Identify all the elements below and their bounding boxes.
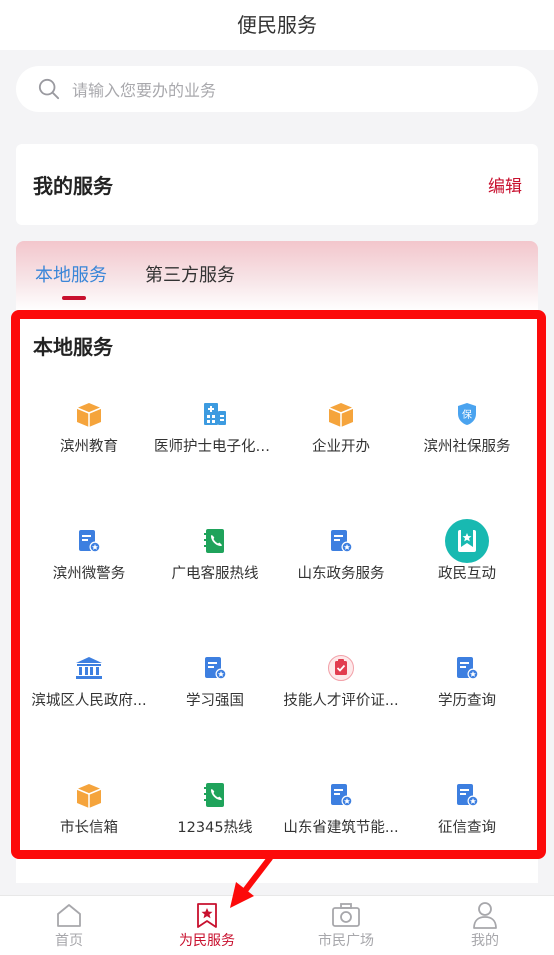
service-label: 广电客服热线 bbox=[171, 566, 259, 582]
tabbar-label: 我的 bbox=[471, 933, 499, 949]
tab-local-services[interactable]: 本地服务 bbox=[35, 261, 107, 287]
service-item-business-startup[interactable]: 企业开办 bbox=[278, 380, 404, 507]
service-item-social-security[interactable]: 保 滨州社保服务 bbox=[404, 380, 530, 507]
my-services-card: 我的服务 编辑 bbox=[16, 144, 538, 225]
service-label: 学历查询 bbox=[438, 693, 496, 709]
box-icon bbox=[67, 392, 111, 436]
active-tab-indicator bbox=[62, 296, 86, 300]
tabbar-label: 首页 bbox=[55, 933, 83, 949]
tabbar-label: 市民广场 bbox=[318, 933, 374, 949]
service-label: 企业开办 bbox=[312, 439, 370, 455]
service-label: 学习强国 bbox=[186, 693, 244, 709]
service-item-skill-certification[interactable]: 技能人才评价证... bbox=[278, 634, 404, 761]
bookmark-star-icon bbox=[445, 519, 489, 563]
edit-button[interactable]: 编辑 bbox=[488, 172, 522, 197]
tab-third-party-services[interactable]: 第三方服务 bbox=[145, 261, 235, 287]
government-building-icon bbox=[67, 646, 111, 690]
page-title: 便民服务 bbox=[237, 13, 317, 37]
service-label: 医师护士电子化注... bbox=[154, 439, 278, 455]
service-label: 技能人才评价证... bbox=[283, 693, 399, 709]
home-icon bbox=[57, 904, 81, 927]
user-icon bbox=[473, 902, 497, 929]
search-icon bbox=[38, 78, 60, 100]
service-item-gov-citizen-interaction[interactable]: 政民互动 bbox=[404, 507, 530, 634]
service-item-doctor-nurse-registration[interactable]: 医师护士电子化注... bbox=[152, 380, 278, 507]
service-label: 征信查询 bbox=[438, 820, 496, 836]
box-icon bbox=[319, 392, 363, 436]
tabbar-item-home[interactable]: 首页 bbox=[0, 896, 138, 955]
service-grid: 滨州教育 医师护士电子化注... 企业开办 保 滨州社保服务 滨州微警务 广电客… bbox=[26, 380, 531, 888]
shield-insurance-icon: 保 bbox=[445, 392, 489, 436]
service-item-xuexi-qiangguo[interactable]: 学习强国 bbox=[152, 634, 278, 761]
hospital-icon bbox=[193, 392, 237, 436]
document-badge-icon bbox=[67, 519, 111, 563]
document-badge-icon bbox=[445, 646, 489, 690]
document-badge-icon bbox=[445, 773, 489, 817]
search-input[interactable]: 请输入您要办的业务 bbox=[72, 77, 216, 101]
svg-text:保: 保 bbox=[462, 408, 472, 421]
bookmark-star-icon bbox=[197, 903, 217, 928]
service-label: 滨州微警务 bbox=[52, 566, 126, 582]
service-label: 政民互动 bbox=[438, 566, 496, 582]
service-item-mayor-mailbox[interactable]: 市长信箱 bbox=[26, 761, 152, 888]
service-label: 市长信箱 bbox=[60, 820, 118, 836]
service-item-shandong-gov-services[interactable]: 山东政务服务 bbox=[278, 507, 404, 634]
box-icon bbox=[67, 773, 111, 817]
service-item-bincheng-gov[interactable]: 滨城区人民政府... bbox=[26, 634, 152, 761]
certificate-check-icon bbox=[319, 646, 363, 690]
phone-book-icon bbox=[193, 773, 237, 817]
service-label: 滨城区人民政府... bbox=[31, 693, 147, 709]
service-tabs: 本地服务 第三方服务 bbox=[16, 241, 538, 311]
my-services-title: 我的服务 bbox=[33, 174, 113, 198]
service-item-binzhou-education[interactable]: 滨州教育 bbox=[26, 380, 152, 507]
service-label: 山东省建筑节能... bbox=[283, 820, 399, 836]
tabbar-label: 为民服务 bbox=[179, 933, 235, 949]
service-item-education-record-query[interactable]: 学历查询 bbox=[404, 634, 530, 761]
service-item-building-energy[interactable]: 山东省建筑节能... bbox=[278, 761, 404, 888]
service-label: 12345热线 bbox=[177, 820, 253, 836]
tabbar-item-me[interactable]: 我的 bbox=[416, 896, 554, 955]
service-label: 山东政务服务 bbox=[297, 566, 385, 582]
page-header: 便民服务 bbox=[0, 0, 554, 50]
document-badge-icon bbox=[319, 773, 363, 817]
service-item-credit-query[interactable]: 征信查询 bbox=[404, 761, 530, 888]
document-badge-icon bbox=[193, 646, 237, 690]
document-badge-icon bbox=[319, 519, 363, 563]
pointer-arrow bbox=[230, 855, 273, 908]
tabbar-item-citizen-square[interactable]: 市民广场 bbox=[277, 896, 415, 955]
section-title: 本地服务 bbox=[33, 335, 113, 359]
service-label: 滨州社保服务 bbox=[423, 439, 511, 455]
service-label: 滨州教育 bbox=[60, 439, 118, 455]
phone-book-icon bbox=[193, 519, 237, 563]
service-item-micro-police[interactable]: 滨州微警务 bbox=[26, 507, 152, 634]
search-bar[interactable]: 请输入您要办的业务 bbox=[16, 66, 538, 112]
camera-icon bbox=[332, 903, 360, 927]
service-item-broadcast-hotline[interactable]: 广电客服热线 bbox=[152, 507, 278, 634]
